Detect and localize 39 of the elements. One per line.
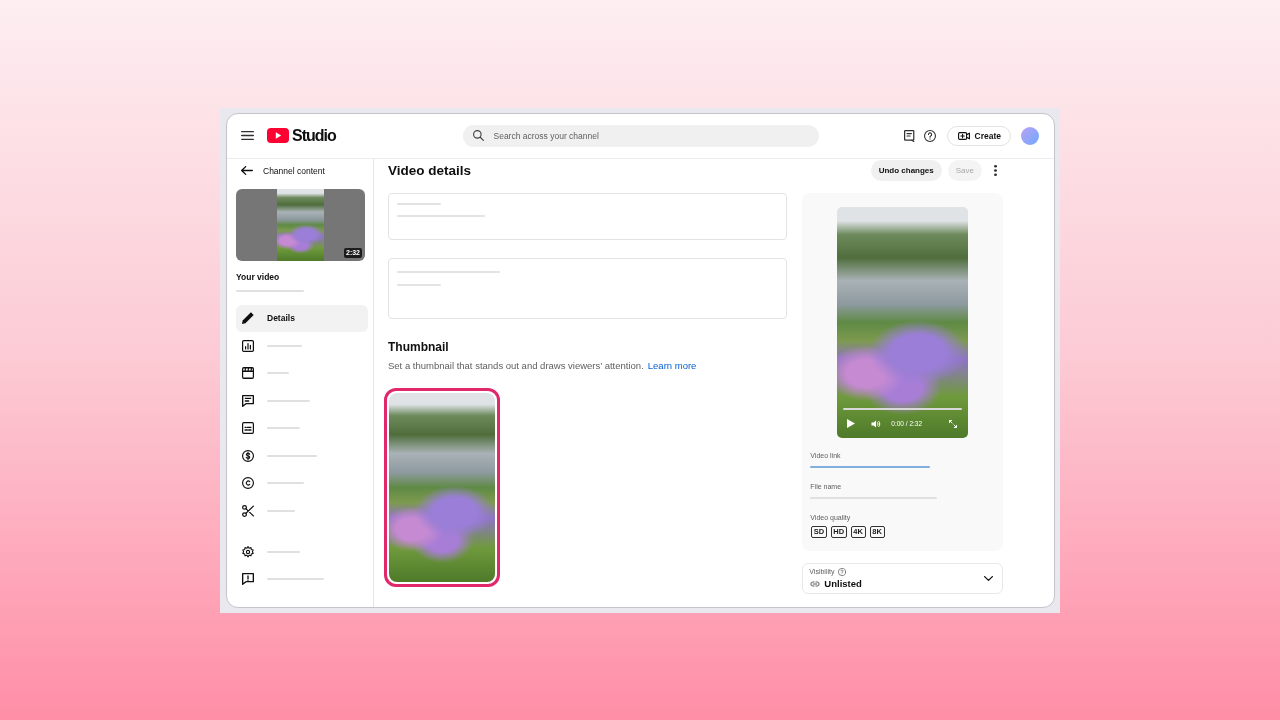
- back-link[interactable]: Channel content: [263, 165, 325, 176]
- create-button[interactable]: Create: [946, 125, 1011, 146]
- play-logo-icon[interactable]: [267, 128, 289, 143]
- section-title: Thumbnail: [388, 339, 450, 355]
- settings-icon: [242, 545, 254, 558]
- menu-icon[interactable]: [241, 131, 254, 140]
- volume-icon[interactable]: [871, 419, 882, 428]
- pencil-icon: [242, 312, 254, 325]
- learn-more-link[interactable]: Learn more: [647, 359, 697, 371]
- feedback-icon: [242, 573, 254, 586]
- search-icon: [472, 130, 484, 141]
- link-icon: [810, 580, 821, 587]
- more-icon[interactable]: [994, 165, 997, 176]
- progress-track[interactable]: [843, 407, 963, 410]
- video-plus-icon: [957, 131, 970, 140]
- chevron-down-icon: [984, 575, 993, 581]
- subtitles-icon: [242, 422, 254, 435]
- copyright-icon: [242, 477, 254, 490]
- section-description: Set a thumbnail that stands out and draws viewers’ attention. Learn more: [388, 358, 698, 372]
- undo-button[interactable]: Undo changes: [870, 160, 942, 181]
- chat-icon[interactable]: [903, 129, 915, 142]
- nav-item[interactable]: Details: [236, 304, 368, 332]
- back-arrow-icon[interactable]: [241, 166, 253, 175]
- brand-name: Studio: [292, 126, 336, 145]
- search-field[interactable]: Search across your channel: [462, 124, 819, 147]
- dropdown-value: Unlisted: [824, 578, 862, 589]
- help-icon[interactable]: [923, 129, 936, 142]
- fullscreen-icon[interactable]: [949, 419, 958, 428]
- page-title: Video details: [388, 162, 472, 179]
- text-field[interactable]: [388, 257, 788, 319]
- dollar-icon: [242, 449, 254, 462]
- bar-chart-icon: [242, 339, 254, 352]
- play-icon[interactable]: [847, 419, 856, 428]
- avatar-icon[interactable]: [1021, 126, 1039, 145]
- video-heading: Your video: [236, 270, 281, 283]
- comment-icon: [242, 394, 254, 407]
- scissors-icon: [242, 504, 254, 517]
- text-field[interactable]: [388, 192, 788, 240]
- clapperboard-icon: [242, 367, 254, 380]
